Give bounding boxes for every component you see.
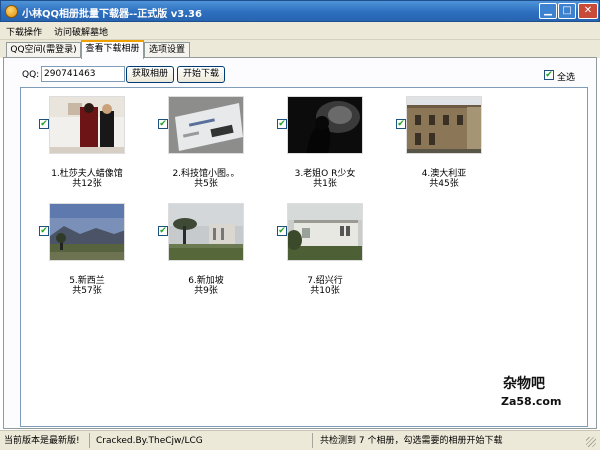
qq-number-input[interactable] [41, 66, 125, 82]
album-photo-count: 共12张 [72, 179, 102, 189]
album-thumbnail-image [169, 97, 243, 153]
checkbox-checked-icon: ✔ [545, 70, 553, 80]
maximize-icon: □ [562, 5, 572, 16]
album-thumbnail-image [407, 97, 481, 153]
resize-grip-icon[interactable] [586, 437, 596, 447]
album-photo-count: 共45张 [429, 179, 459, 189]
maximize-button[interactable]: □ [558, 3, 576, 19]
album-thumbnail[interactable] [168, 203, 244, 261]
album-thumbnail[interactable] [287, 203, 363, 261]
start-download-button[interactable]: 开始下载 [177, 66, 225, 83]
album-photo-count: 共57张 [72, 286, 102, 296]
album-item[interactable]: ✔ 5.新西兰 共57张 [35, 203, 155, 323]
album-thumbnail[interactable] [287, 96, 363, 154]
checkbox-checked-icon: ✔ [40, 119, 48, 129]
watermark-logo-text: 杂物吧 [503, 376, 545, 392]
checkbox-checked-icon: ✔ [40, 226, 48, 236]
album-thumbnail[interactable] [49, 203, 125, 261]
menu-download[interactable]: 下载操作 [6, 25, 42, 38]
album-item[interactable]: ✔ 1.杜莎夫人蜡像馆 共12张 [35, 96, 155, 216]
status-bar: 当前版本是最新版! Cracked.By.TheCjw/LCG 共检测到 7 个… [0, 430, 600, 450]
album-thumbnail-image [288, 204, 362, 260]
album-checkbox[interactable]: ✔ [39, 119, 49, 129]
albums-panel: QQ: 获取相册 开始下载 ✔ 全选 ✔ 1.杜莎夫人蜡像馆 共12张 [3, 57, 597, 429]
tab-qzone-login[interactable]: QQ空间(需登录) [6, 42, 81, 58]
qq-label: QQ: [22, 70, 40, 80]
close-button[interactable]: ✕ [578, 3, 598, 19]
album-photo-count: 共9张 [194, 286, 218, 296]
album-item[interactable]: ✔ 4.澳大利亚 共45张 [392, 96, 512, 216]
status-version: 当前版本是最新版! [4, 436, 80, 446]
tab-strip: QQ空间(需登录) 查看下载相册 选项设置 [0, 40, 600, 59]
album-checkbox[interactable]: ✔ [158, 119, 168, 129]
menu-bar: 下载操作 访问破解墓地 [0, 22, 600, 40]
album-thumbnail-image [169, 204, 243, 260]
watermark-url: Za58.com [501, 395, 562, 408]
album-item[interactable]: ✔ 3.老姐O R少女 共1张 [273, 96, 393, 216]
album-item[interactable]: ✔ 2.科技馆小图。。 共5张 [154, 96, 274, 216]
window-title: 小林QQ相册批量下载器--正式版 v3.36 [22, 9, 202, 20]
menu-visit-crack-site[interactable]: 访问破解墓地 [54, 25, 108, 38]
album-photo-count: 共1张 [313, 179, 337, 189]
get-albums-button[interactable]: 获取相册 [126, 66, 174, 83]
close-icon: ✕ [583, 5, 593, 16]
album-photo-count: 共5张 [194, 179, 218, 189]
status-message: 共检测到 7 个相册，勾选需要的相册开始下载 [320, 436, 503, 446]
status-separator [89, 433, 90, 448]
album-checkbox[interactable]: ✔ [277, 226, 287, 236]
album-item[interactable]: ✔ 7.绍兴行 共10张 [273, 203, 393, 323]
checkbox-checked-icon: ✔ [397, 119, 405, 129]
tab-view-download-albums[interactable]: 查看下载相册 [81, 40, 144, 59]
album-item[interactable]: ✔ 6.新加坡 共9张 [154, 203, 274, 323]
checkbox-checked-icon: ✔ [159, 119, 167, 129]
title-bar: 小林QQ相册批量下载器--正式版 v3.36 ▁ □ ✕ [0, 0, 600, 22]
album-thumbnail[interactable] [406, 96, 482, 154]
checkbox-checked-icon: ✔ [278, 119, 286, 129]
album-thumbnail[interactable] [49, 96, 125, 154]
minimize-icon: ▁ [544, 5, 552, 16]
album-photo-count: 共10张 [310, 286, 340, 296]
tab-options[interactable]: 选项设置 [144, 42, 190, 58]
status-credit: Cracked.By.TheCjw/LCG [96, 436, 203, 446]
checkbox-checked-icon: ✔ [278, 226, 286, 236]
status-separator [312, 433, 313, 448]
album-thumbnail-image [50, 97, 124, 153]
album-checkbox[interactable]: ✔ [158, 226, 168, 236]
album-checkbox[interactable]: ✔ [39, 226, 49, 236]
album-thumbnail-image [50, 204, 124, 260]
minimize-button[interactable]: ▁ [539, 3, 557, 19]
album-checkbox[interactable]: ✔ [396, 119, 406, 129]
app-icon [5, 5, 18, 18]
select-all-label: 全选 [557, 73, 576, 83]
select-all-checkbox[interactable]: ✔ [544, 70, 554, 80]
album-list: ✔ 1.杜莎夫人蜡像馆 共12张 ✔ 2.科技馆小图。。 共5张 ✔ 3.老姐O… [20, 87, 588, 427]
checkbox-checked-icon: ✔ [159, 226, 167, 236]
album-checkbox[interactable]: ✔ [277, 119, 287, 129]
album-thumbnail-image [288, 97, 362, 153]
album-thumbnail[interactable] [168, 96, 244, 154]
